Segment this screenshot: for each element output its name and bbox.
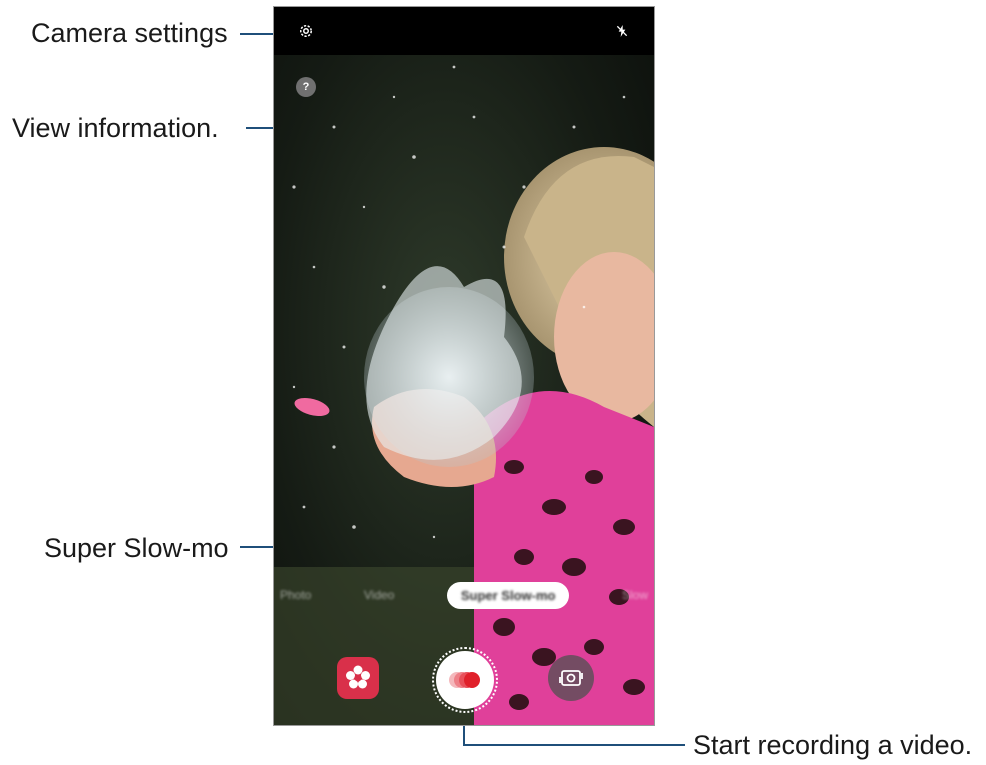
mode-slow[interactable]: Slow: [622, 588, 648, 602]
switch-camera-button[interactable]: [548, 655, 594, 701]
super-slow-mo-record-icon: [449, 672, 480, 688]
callout-start-recording: Start recording a video.: [693, 730, 973, 760]
switch-camera-icon: [559, 670, 583, 686]
callout-super-slow-mo: Super Slow-mo: [44, 533, 229, 563]
mode-video[interactable]: Video: [364, 588, 394, 602]
record-button[interactable]: [436, 651, 494, 709]
mode-super-slow-mo[interactable]: Super Slow-mo: [446, 581, 570, 609]
flash-off-icon[interactable]: [612, 21, 632, 41]
callout-view-information: View information.: [12, 113, 219, 143]
question-icon[interactable]: ?: [296, 77, 316, 97]
mode-super-slow-mo-label: Super Slow-mo: [460, 587, 556, 603]
bixby-vision-button[interactable]: [337, 657, 379, 699]
callout-line-record-h: [463, 744, 685, 746]
camera-top-bar: [274, 7, 654, 55]
viewfinder-image: [274, 7, 654, 725]
mode-selector: Photo Video Super Slow-mo Slow: [274, 580, 654, 610]
camera-screen: ? Photo Video Super Slow-mo Slow: [274, 7, 654, 725]
gear-icon[interactable]: [296, 21, 316, 41]
callout-camera-settings: Camera settings: [31, 18, 228, 48]
flower-icon: [346, 665, 370, 689]
mode-photo[interactable]: Photo: [280, 588, 311, 602]
